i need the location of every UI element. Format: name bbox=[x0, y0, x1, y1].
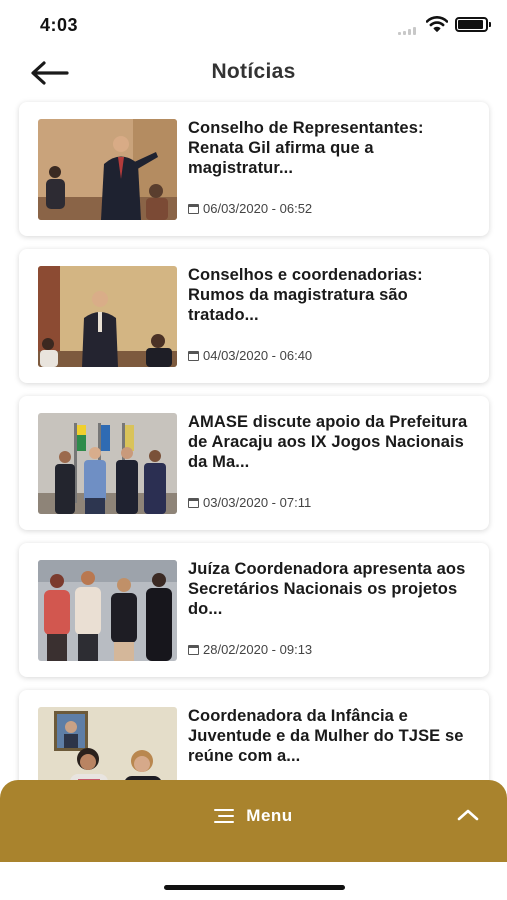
news-date: 04/03/2020 - 06:40 bbox=[188, 348, 312, 363]
calendar-icon bbox=[188, 350, 199, 361]
news-date-text: 03/03/2020 - 07:11 bbox=[203, 495, 312, 510]
menu-button[interactable]: Menu bbox=[0, 806, 507, 826]
wifi-icon bbox=[425, 16, 449, 37]
news-date: 03/03/2020 - 07:11 bbox=[188, 495, 311, 510]
news-title: Conselhos e coordenadorias: Rumos da mag… bbox=[188, 266, 423, 324]
news-date-text: 28/02/2020 - 09:13 bbox=[203, 642, 313, 657]
news-date-text: 06/03/2020 - 06:52 bbox=[203, 201, 313, 216]
news-title: Coordenadora da Infância e Juventude e d… bbox=[188, 707, 464, 765]
chevron-up-icon[interactable] bbox=[457, 808, 479, 826]
status-bar: 4:03 bbox=[0, 0, 507, 50]
news-date: 28/02/2020 - 09:13 bbox=[188, 642, 312, 657]
app-header: Notícias bbox=[0, 50, 507, 96]
calendar-icon bbox=[188, 203, 199, 214]
news-card[interactable]: Juíza Coordenadora apresenta aos Secretá… bbox=[19, 543, 489, 677]
signal-icon bbox=[398, 27, 418, 35]
news-card[interactable]: AMASE discute apoio da Prefeitura de Ara… bbox=[19, 396, 489, 530]
calendar-icon bbox=[188, 644, 199, 655]
news-thumbnail bbox=[38, 119, 177, 220]
news-date: 06/03/2020 - 06:52 bbox=[188, 201, 312, 216]
status-time: 4:03 bbox=[40, 15, 79, 35]
menu-label: Menu bbox=[246, 806, 293, 825]
news-date-text: 04/03/2020 - 06:40 bbox=[203, 348, 313, 363]
news-thumbnail bbox=[38, 560, 177, 661]
hamburger-icon bbox=[214, 809, 235, 823]
battery-icon bbox=[455, 17, 491, 32]
news-title: Juíza Coordenadora apresenta aos Secretá… bbox=[188, 560, 466, 618]
news-thumbnail bbox=[38, 413, 177, 514]
calendar-icon bbox=[188, 497, 199, 508]
home-indicator bbox=[164, 885, 345, 890]
news-title: AMASE discute apoio da Prefeitura de Ara… bbox=[188, 413, 468, 471]
page-title: Notícias bbox=[211, 60, 296, 83]
news-thumbnail bbox=[38, 266, 177, 367]
news-card[interactable]: Conselho de Representantes: Renata Gil a… bbox=[19, 102, 489, 236]
news-card[interactable]: Conselhos e coordenadorias: Rumos da mag… bbox=[19, 249, 489, 383]
menu-bar[interactable]: Menu bbox=[0, 780, 507, 862]
news-title: Conselho de Representantes: Renata Gil a… bbox=[188, 119, 424, 177]
